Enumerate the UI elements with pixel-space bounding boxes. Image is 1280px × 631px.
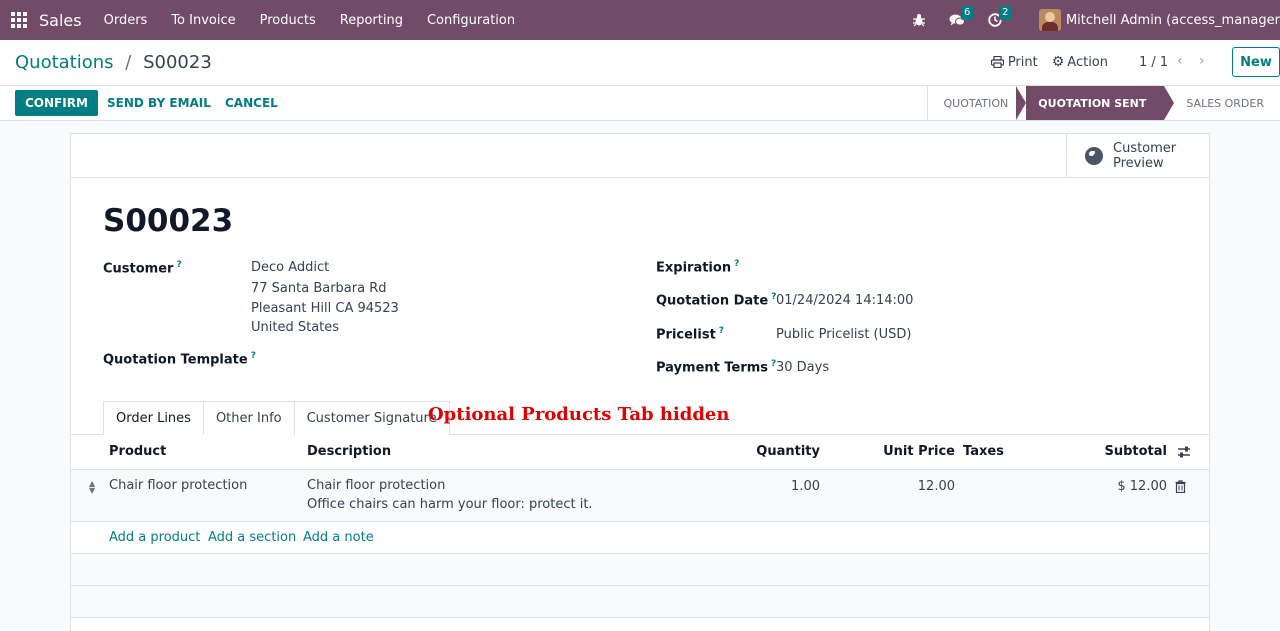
customer-preview-line2: Preview xyxy=(1113,155,1164,171)
trash-icon[interactable] xyxy=(1175,480,1186,497)
menu-to-invoice[interactable]: To Invoice xyxy=(171,13,235,28)
stage-sales-order[interactable]: SALES ORDER xyxy=(1164,86,1280,120)
customer-address-line2: Pleasant Hill CA 94523 xyxy=(251,301,399,316)
breadcrumb-quotations[interactable]: Quotations xyxy=(15,52,114,73)
row-subtotal: $ 12.00 xyxy=(1117,479,1167,494)
messages-badge: 6 xyxy=(960,6,974,20)
print-button[interactable]: Print xyxy=(990,54,1038,70)
chevron-right-icon[interactable]: › xyxy=(1199,53,1205,69)
breadcrumb: Quotations / S00023 xyxy=(15,52,212,73)
pager-value[interactable]: 1 / 1 xyxy=(1139,55,1168,70)
control-panel: Quotations / S00023 Print ⚙ Action 1 / 1… xyxy=(0,40,1280,86)
print-label: Print xyxy=(1007,54,1038,70)
activities-badge: 2 xyxy=(998,6,1012,20)
add-line-row: Add a product Add a section Add a note xyxy=(71,522,1209,554)
column-quantity[interactable]: Quantity xyxy=(756,444,820,459)
tab-customer-signature[interactable]: Customer Signature xyxy=(293,401,450,435)
menu-orders[interactable]: Orders xyxy=(104,13,148,28)
order-lines-header: Product Description Quantity Unit Price … xyxy=(71,435,1209,470)
form-sheet: Customer Preview S00023 Customer? Deco A… xyxy=(70,133,1210,631)
row-product[interactable]: Chair floor protection xyxy=(109,478,247,493)
empty-row xyxy=(71,554,1209,586)
clock-icon[interactable]: 2 xyxy=(985,6,1012,30)
status-bar: CONFIRM SEND BY EMAIL CANCEL QUOTATION Q… xyxy=(0,86,1280,121)
new-button[interactable]: New xyxy=(1232,47,1280,77)
annotation-text: Optional Products Tab hidden xyxy=(428,404,730,425)
chat-icon[interactable]: 6 xyxy=(947,6,974,30)
stage-quotation[interactable]: QUOTATION xyxy=(926,86,1017,120)
customer-address-line1: 77 Santa Barbara Rd xyxy=(251,281,387,296)
pricelist-label: Pricelist? xyxy=(656,326,725,343)
tab-other-info[interactable]: Other Info xyxy=(202,401,295,435)
customer-preview-line1: Customer xyxy=(1113,140,1177,156)
breadcrumb-separator: / xyxy=(125,52,132,73)
status-stages: QUOTATION QUOTATION SENT SALES ORDER xyxy=(926,86,1280,120)
menu-products[interactable]: Products xyxy=(260,13,316,28)
column-settings-icon[interactable] xyxy=(1177,445,1191,463)
column-subtotal[interactable]: Subtotal xyxy=(1104,444,1167,459)
add-section-link[interactable]: Add a section xyxy=(208,530,296,545)
chevron-left-icon[interactable]: ‹ xyxy=(1177,53,1183,69)
row-unit-price[interactable]: 12.00 xyxy=(918,479,955,494)
expiration-label: Expiration? xyxy=(656,259,740,276)
help-icon[interactable]: ? xyxy=(734,259,739,269)
add-product-link[interactable]: Add a product xyxy=(109,530,200,545)
tab-order-lines[interactable]: Order Lines xyxy=(103,401,204,435)
add-note-link[interactable]: Add a note xyxy=(303,530,374,545)
row-description-note: Office chairs can harm your floor: prote… xyxy=(307,497,593,512)
apps-icon[interactable] xyxy=(2,0,36,40)
cancel-button[interactable]: CANCEL xyxy=(225,90,278,116)
customer-name[interactable]: Deco Addict xyxy=(251,260,329,275)
notebook-tabs: Order Lines Other Info Customer Signatur… xyxy=(103,401,450,435)
menu-reporting[interactable]: Reporting xyxy=(340,13,403,28)
send-by-email-button[interactable]: SEND BY EMAIL xyxy=(107,90,211,116)
user-menu[interactable]: Mitchell Admin (access_manager xyxy=(1066,13,1280,28)
printer-icon xyxy=(990,56,1004,68)
button-box: Customer Preview xyxy=(71,134,1209,178)
confirm-button[interactable]: CONFIRM xyxy=(15,90,98,116)
customer-address-line3: United States xyxy=(251,320,340,335)
action-button[interactable]: ⚙ Action xyxy=(1052,54,1108,70)
top-navbar: Sales Orders To Invoice Products Reporti… xyxy=(0,0,1280,40)
empty-row xyxy=(71,586,1209,618)
pricelist-field[interactable]: Public Pricelist (USD) xyxy=(776,327,911,342)
row-description[interactable]: Chair floor protection xyxy=(307,478,445,493)
bug-icon[interactable] xyxy=(909,10,929,30)
payment-terms-label: Payment Terms? xyxy=(656,359,777,376)
table-row[interactable]: ▲ ▼ Chair floor protection Chair floor pr… xyxy=(71,470,1209,522)
customer-label: Customer? xyxy=(103,260,182,277)
quotation-template-label: Quotation Template? xyxy=(103,351,256,368)
column-description[interactable]: Description xyxy=(307,444,391,459)
quotation-date-label: Quotation Date? xyxy=(656,292,777,309)
help-icon[interactable]: ? xyxy=(176,260,181,270)
column-unit-price[interactable]: Unit Price xyxy=(883,444,955,459)
quotation-template-field[interactable] xyxy=(251,345,631,369)
column-product[interactable]: Product xyxy=(109,444,166,459)
quotation-date-field[interactable]: 01/24/2024 14:14:00 xyxy=(776,293,913,308)
expiration-field[interactable] xyxy=(776,253,1156,277)
action-label: Action xyxy=(1067,54,1108,70)
record-title: S00023 xyxy=(103,203,234,239)
gear-icon: ⚙ xyxy=(1051,54,1065,70)
breadcrumb-current: S00023 xyxy=(143,52,212,73)
avatar[interactable] xyxy=(1038,9,1061,31)
column-taxes[interactable]: Taxes xyxy=(963,444,1004,459)
app-name[interactable]: Sales xyxy=(39,11,82,30)
help-icon[interactable]: ? xyxy=(719,326,724,336)
stage-quotation-sent[interactable]: QUOTATION SENT xyxy=(1016,86,1175,120)
drag-handle-icon[interactable]: ▲ ▼ xyxy=(89,480,97,495)
globe-icon xyxy=(1085,146,1103,165)
menu-configuration[interactable]: Configuration xyxy=(427,13,515,28)
customer-preview-button[interactable]: Customer Preview xyxy=(1066,134,1209,177)
row-quantity[interactable]: 1.00 xyxy=(791,479,820,494)
payment-terms-field[interactable]: 30 Days xyxy=(776,360,829,375)
